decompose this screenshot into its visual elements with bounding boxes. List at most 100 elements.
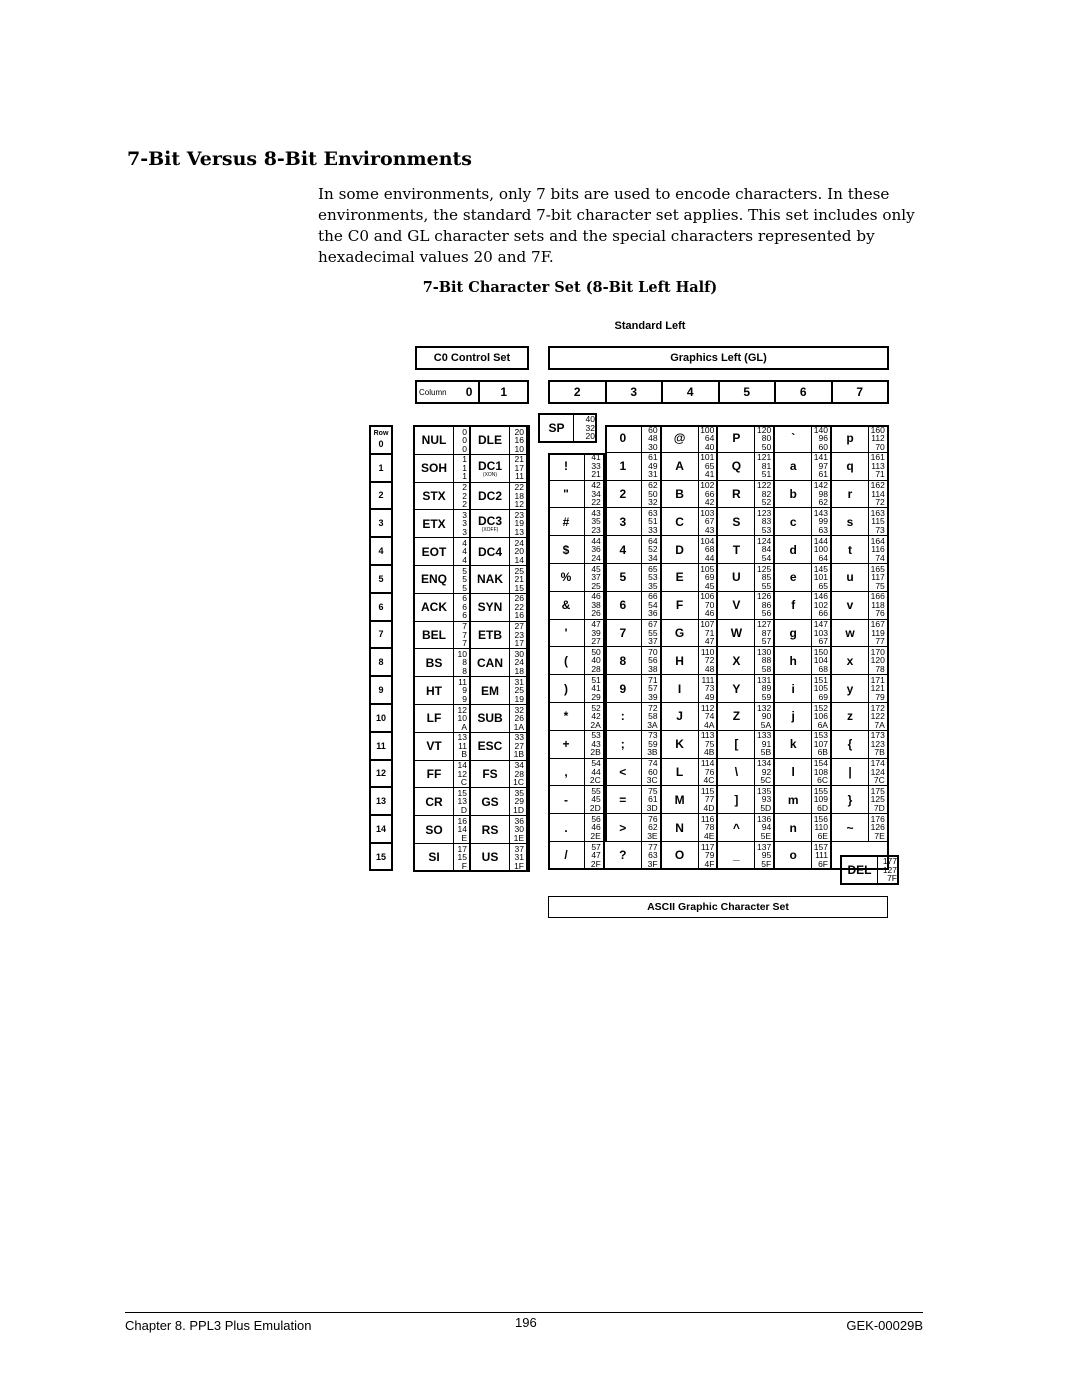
hex-value: 5C bbox=[760, 775, 772, 786]
character-glyph: f bbox=[791, 598, 796, 613]
character-glyph: VT bbox=[426, 739, 442, 754]
character-cell: M bbox=[661, 786, 699, 815]
code-values-cell: 141 97 61 bbox=[812, 452, 832, 481]
row-number: 4 bbox=[371, 536, 391, 564]
code-values-cell: 17 15 F bbox=[454, 844, 471, 872]
character-glyph: < bbox=[619, 764, 627, 779]
column-3-header: 3 bbox=[604, 382, 662, 402]
character-cell: FS bbox=[471, 760, 510, 789]
code-values-cell: 155 109 6D bbox=[812, 786, 832, 815]
code-values-cell: 34 28 1C bbox=[510, 760, 528, 789]
row-number-value: 0 bbox=[378, 438, 384, 449]
character-cell: SOH bbox=[415, 454, 454, 483]
character-glyph: k bbox=[789, 737, 797, 752]
code-values-cell: 154 108 6C bbox=[812, 758, 832, 787]
hex-value: 4F bbox=[704, 858, 715, 869]
hex-value: 62 bbox=[818, 497, 828, 508]
row-number: 11 bbox=[371, 730, 391, 759]
character-glyph: 7 bbox=[619, 625, 627, 640]
hex-value: 28 bbox=[591, 664, 601, 675]
character-glyph: ENQ bbox=[420, 572, 447, 587]
row-number-value: 8 bbox=[378, 657, 384, 668]
row-number: 3 bbox=[371, 508, 391, 536]
hex-value: 63 bbox=[818, 525, 828, 536]
code-values-cell: 71 57 39 bbox=[641, 675, 662, 703]
hex-value: 60 bbox=[818, 441, 828, 452]
section-heading: 7-Bit Versus 8-Bit Environments bbox=[127, 148, 472, 170]
footer-doc-id: GEK-00029B bbox=[846, 1318, 923, 1333]
character-glyph: u bbox=[846, 570, 854, 585]
code-values-cell: 111 73 49 bbox=[698, 675, 719, 703]
row-number: 10 bbox=[371, 703, 391, 731]
character-glyph: L bbox=[675, 764, 684, 779]
character-glyph: A bbox=[675, 459, 684, 474]
hex-value: 70 bbox=[875, 441, 885, 452]
character-glyph: GS bbox=[481, 794, 499, 809]
code-values-cell: 162 114 72 bbox=[869, 480, 889, 509]
code-values-cell: 72 58 3A bbox=[641, 703, 662, 731]
hex-value: 7F bbox=[887, 873, 897, 884]
hex-value: 29 bbox=[591, 691, 601, 702]
code-values-cell: 156 110 6E bbox=[812, 814, 832, 842]
row-number-value: 5 bbox=[378, 573, 384, 584]
character-glyph: , bbox=[564, 764, 568, 779]
row-number-value: 10 bbox=[375, 712, 386, 723]
character-cell: ( bbox=[548, 647, 585, 676]
code-values-cell: 46 38 26 bbox=[585, 591, 605, 620]
row-number: 8 bbox=[371, 647, 391, 675]
row-number: Row 0 bbox=[371, 425, 391, 453]
column-7-header: 7 bbox=[830, 382, 888, 402]
character-cell: SO bbox=[415, 816, 454, 844]
character-glyph: DEL bbox=[847, 863, 872, 877]
hex-value: 4B bbox=[703, 747, 715, 758]
hex-value: 17 bbox=[514, 638, 524, 649]
character-glyph: c bbox=[789, 514, 797, 529]
character-cell: o bbox=[775, 842, 813, 870]
character-glyph: # bbox=[562, 514, 570, 529]
character-glyph: - bbox=[564, 792, 568, 807]
character-glyph: D bbox=[675, 542, 684, 557]
hex-value: 23 bbox=[591, 525, 601, 536]
code-values-cell: 164 116 74 bbox=[869, 536, 889, 564]
code-values-cell: 47 39 27 bbox=[585, 619, 605, 648]
character-glyph: I bbox=[677, 681, 682, 696]
hex-value: 24 bbox=[591, 552, 601, 563]
character-glyph: ' bbox=[564, 625, 568, 640]
hex-value: 4A bbox=[703, 719, 715, 730]
row-number-value: 15 bbox=[375, 851, 386, 862]
code-values-cell: 77 63 3F bbox=[641, 842, 662, 870]
code-values-cell: 166 118 76 bbox=[869, 591, 889, 620]
code-values-cell: 116 78 4E bbox=[698, 814, 719, 842]
column-4-header: 4 bbox=[661, 382, 718, 402]
character-glyph: i bbox=[791, 681, 795, 696]
character-cell: DLE bbox=[471, 427, 510, 455]
character-cell: BS bbox=[415, 649, 454, 678]
hex-value: C bbox=[460, 777, 467, 788]
character-cell: ! bbox=[548, 452, 585, 481]
hex-value: 37 bbox=[648, 636, 658, 647]
character-note: (XON) bbox=[482, 471, 498, 478]
character-cell: 5 bbox=[604, 564, 642, 592]
code-values-cell: 32 26 1A bbox=[510, 705, 528, 733]
gl-column-header: 2 34567 bbox=[548, 380, 889, 404]
row-number-value: 1 bbox=[378, 462, 384, 473]
hex-value: 44 bbox=[704, 552, 715, 563]
character-cell: | bbox=[832, 758, 869, 787]
hex-value: 76 bbox=[875, 608, 885, 619]
character-cell: 2 bbox=[604, 480, 642, 509]
character-glyph: 6 bbox=[619, 598, 627, 613]
hex-value: 10 bbox=[514, 443, 524, 454]
character-cell: e bbox=[775, 564, 813, 592]
character-glyph: ACK bbox=[421, 600, 447, 615]
column-label: Column bbox=[419, 387, 447, 397]
row-number: 14 bbox=[371, 814, 391, 842]
hex-value: 4C bbox=[703, 775, 715, 786]
character-cell: t bbox=[832, 536, 869, 564]
character-glyph: BEL bbox=[422, 627, 446, 642]
code-values-cell: 777 bbox=[454, 621, 471, 650]
hex-value: 3 bbox=[462, 527, 467, 538]
character-glyph: FF bbox=[426, 766, 442, 781]
row-number-column: Row 0 1 2 3 4 5 6 7 8 9 10 11 12 13 14 15 bbox=[369, 425, 393, 871]
hex-value: D bbox=[460, 805, 467, 816]
code-values-cell: 170 120 78 bbox=[869, 647, 889, 676]
